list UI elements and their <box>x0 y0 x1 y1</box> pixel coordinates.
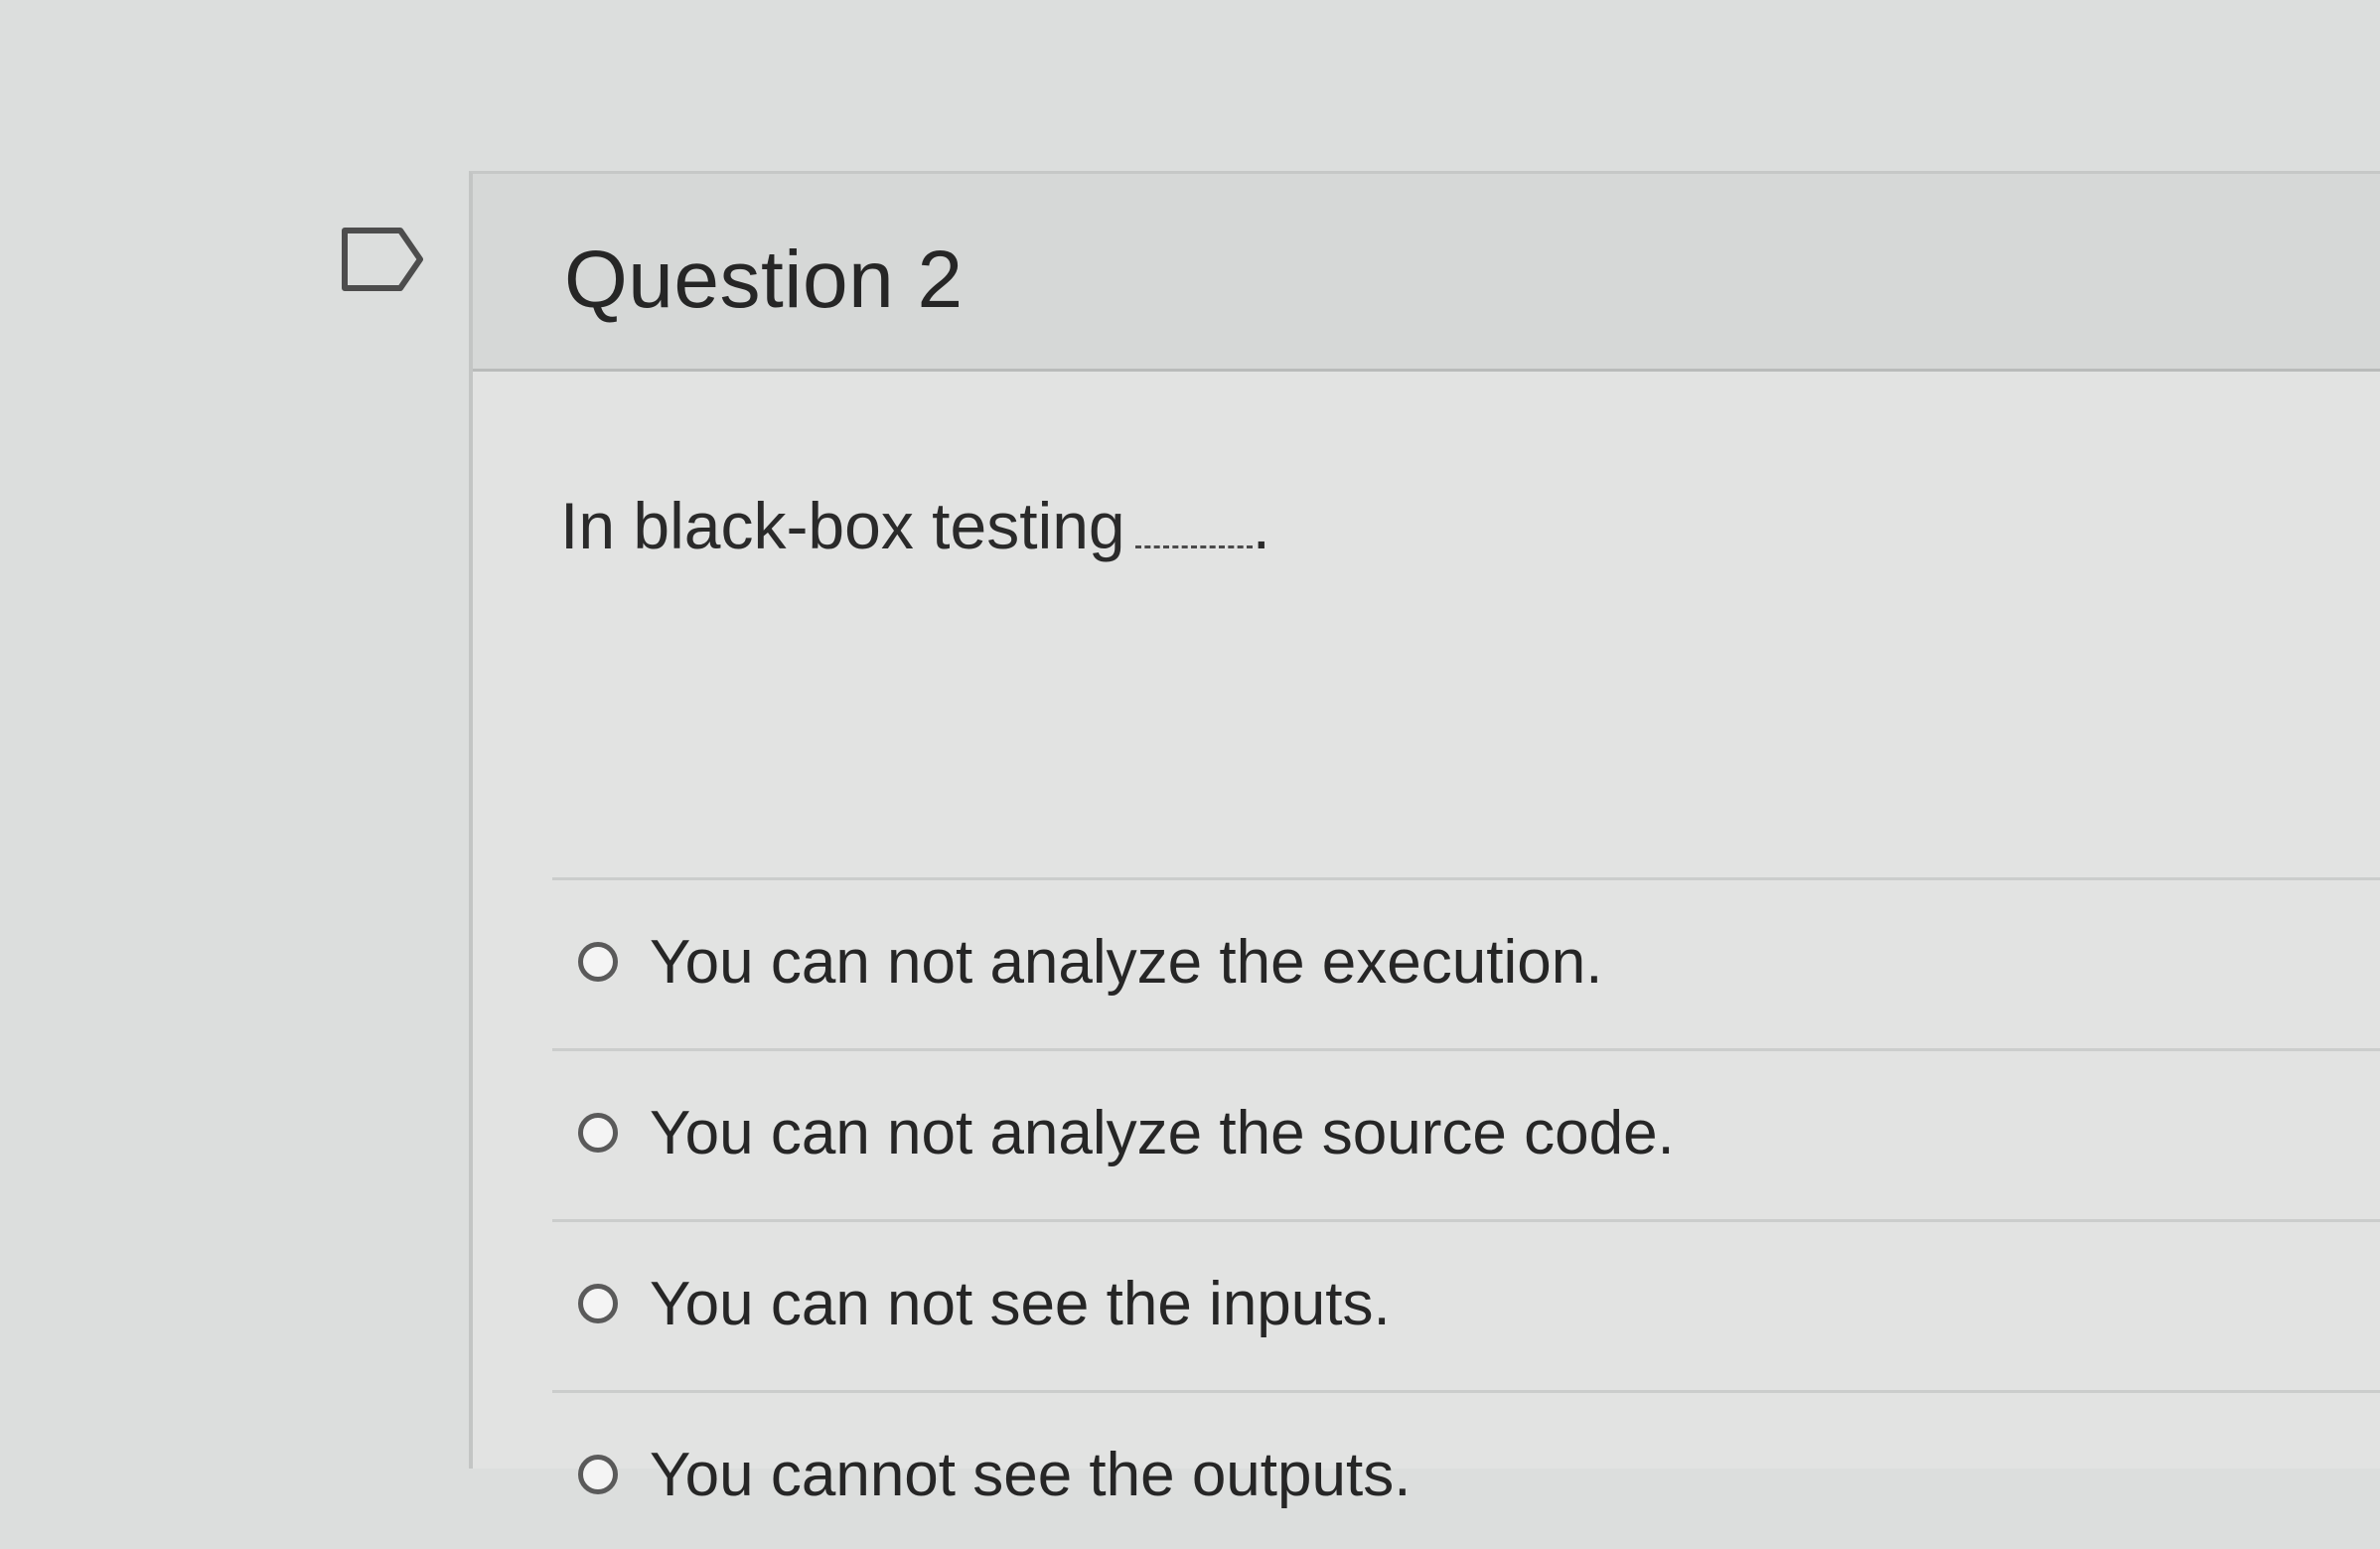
question-text: In black-box testing. <box>560 488 1270 563</box>
answer-divider <box>552 1390 2380 1393</box>
answer-divider <box>552 1048 2380 1051</box>
question-card: Question 2 In black-box testing. You can… <box>469 171 2380 1509</box>
answer-option-3[interactable]: You can not see the inputs. <box>552 1229 2380 1378</box>
question-header: Question 2 <box>473 174 2380 372</box>
answer-option-4[interactable]: You cannot see the outputs. <box>552 1400 2380 1549</box>
answer-blank <box>1134 500 1253 548</box>
question-prompt: In black-box testing <box>560 489 1125 562</box>
radio-button-icon[interactable] <box>578 942 618 982</box>
radio-button-icon[interactable] <box>578 1284 618 1323</box>
answer-label: You can not analyze the source code. <box>650 1098 1675 1167</box>
question-title: Question 2 <box>564 234 964 325</box>
answer-label: You can not analyze the execution. <box>650 927 1603 997</box>
answer-divider <box>552 1219 2380 1222</box>
radio-button-icon[interactable] <box>578 1113 618 1153</box>
answer-label: You cannot see the outputs. <box>650 1440 1412 1509</box>
answer-option-2[interactable]: You can not analyze the source code. <box>552 1058 2380 1207</box>
flag-question-icon[interactable] <box>341 227 424 292</box>
radio-button-icon[interactable] <box>578 1455 618 1494</box>
question-end-punctuation: . <box>1252 489 1270 562</box>
answer-label: You can not see the inputs. <box>650 1269 1391 1338</box>
answer-divider <box>552 877 2380 880</box>
answer-option-1[interactable]: You can not analyze the execution. <box>552 887 2380 1036</box>
